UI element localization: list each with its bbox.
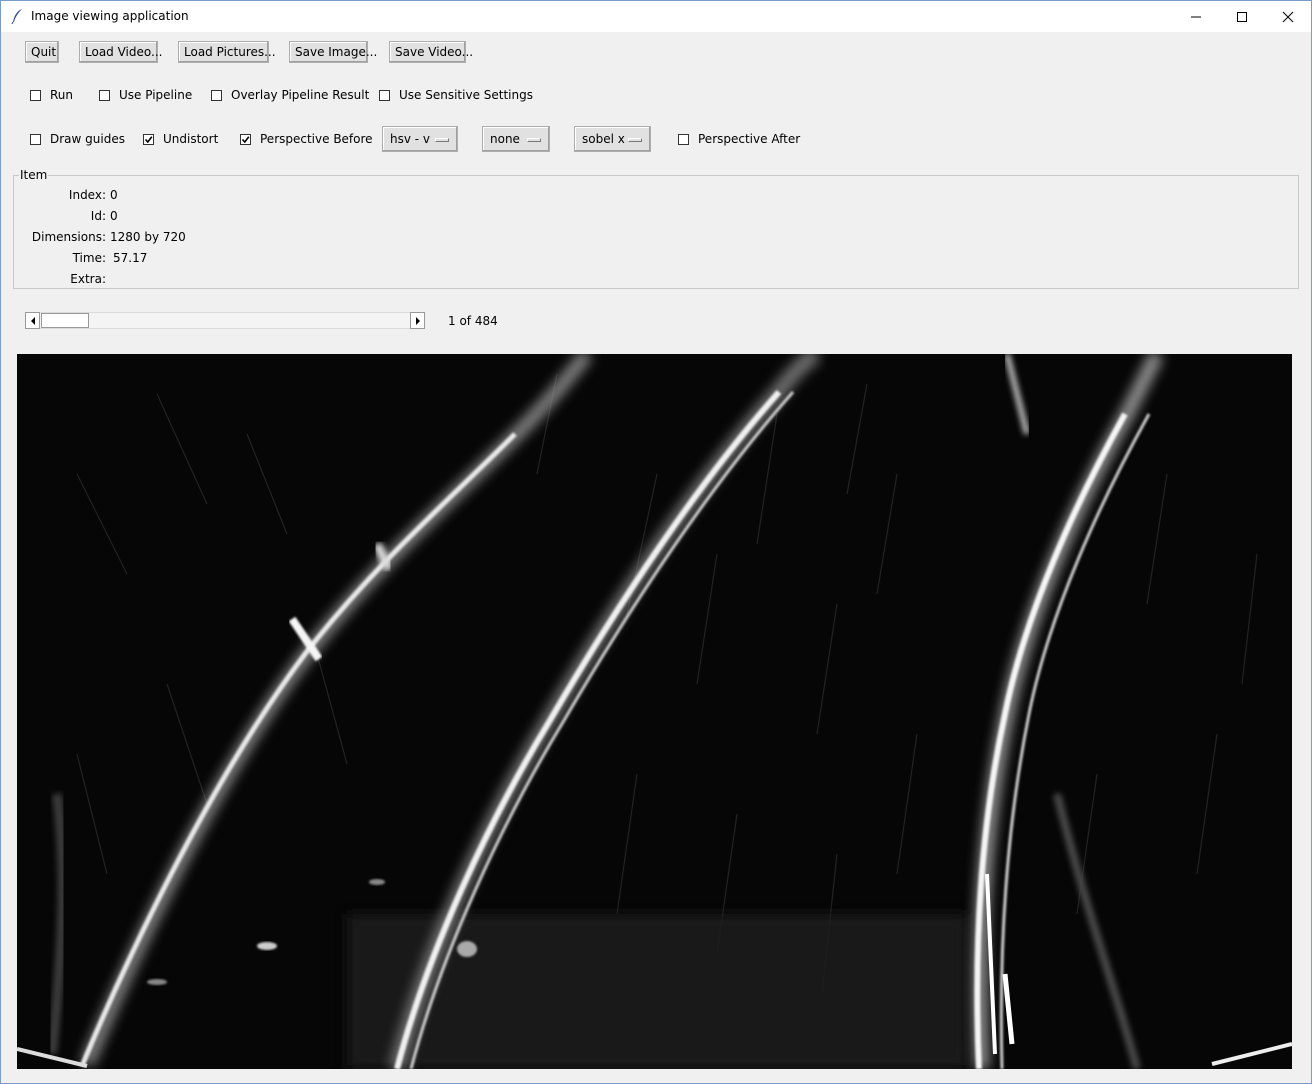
scroll-thumb[interactable]	[41, 313, 89, 328]
use-pipeline-label: Use Pipeline	[119, 88, 193, 102]
run-checkbox[interactable]: Run	[30, 88, 73, 102]
checkbox-box[interactable]	[99, 89, 110, 101]
index-label: Index:	[68, 188, 106, 202]
index-value: 0	[110, 188, 118, 202]
edge-value: sobel x	[582, 132, 625, 146]
perspective-after-label: Perspective After	[698, 132, 801, 146]
maximize-icon	[1237, 11, 1247, 22]
draw-guides-checkbox[interactable]: Draw guides	[30, 132, 125, 146]
close-button[interactable]	[1265, 1, 1311, 32]
arrow-left-icon	[30, 316, 35, 325]
save-video-button[interactable]: Save Video...	[389, 41, 473, 63]
close-icon	[1282, 11, 1294, 22]
image-canvas[interactable]	[17, 354, 1292, 1069]
title-bar: Image viewing application	[1, 1, 1311, 32]
checkbox-box[interactable]	[678, 133, 689, 145]
undistort-checkbox[interactable]: Undistort	[143, 132, 218, 146]
minimize-button[interactable]	[1173, 1, 1219, 32]
dropdown-indicator-icon	[435, 138, 449, 142]
scroll-left-button[interactable]	[25, 312, 40, 329]
dimensions-label: Dimensions:	[31, 230, 106, 244]
checkbox-box[interactable]	[240, 133, 251, 145]
item-group-label: Item	[19, 168, 49, 182]
edge-dropdown[interactable]: sobel x	[574, 126, 651, 152]
extra-label: Extra:	[70, 272, 106, 286]
maximize-button[interactable]	[1219, 1, 1265, 32]
dimensions-value: 1280 by 720	[110, 230, 186, 244]
check-icon	[241, 135, 250, 143]
save-image-button[interactable]: Save Image...	[289, 41, 377, 63]
checkbox-box[interactable]	[30, 89, 41, 101]
overlay-pipeline-label: Overlay Pipeline Result	[231, 88, 370, 102]
colorspace-value: hsv - v	[390, 132, 431, 146]
draw-guides-label: Draw guides	[50, 132, 125, 146]
app-window: Image viewing application Quit Load Vide…	[0, 0, 1312, 1084]
checkbox-box[interactable]	[143, 133, 154, 145]
sensitive-settings-checkbox[interactable]: Use Sensitive Settings	[379, 88, 533, 102]
filter-value: none	[490, 132, 520, 146]
use-pipeline-checkbox[interactable]: Use Pipeline	[99, 88, 192, 102]
undistort-label: Undistort	[163, 132, 219, 146]
time-label: Time:	[72, 251, 106, 265]
dropdown-indicator-icon	[527, 138, 541, 142]
colorspace-dropdown[interactable]: hsv - v	[382, 126, 458, 152]
load-video-button[interactable]: Load Video...	[79, 41, 162, 63]
item-group: Index: 0 Id: 0 Dimensions: 1280 by 720 T…	[13, 175, 1299, 289]
id-value: 0	[110, 209, 118, 223]
perspective-before-label: Perspective Before	[260, 132, 373, 146]
load-pictures-button[interactable]: Load Pictures...	[178, 41, 276, 63]
scroll-right-button[interactable]	[410, 312, 425, 329]
frame-position-text: 1 of 484	[448, 314, 498, 328]
filter-dropdown[interactable]: none	[482, 126, 550, 152]
id-label: Id:	[90, 209, 106, 223]
feather-icon	[11, 9, 22, 24]
lane-edge-image	[17, 354, 1292, 1069]
window-title: Image viewing application	[31, 9, 189, 23]
frame-scrollbar[interactable]	[25, 312, 425, 329]
overlay-pipeline-checkbox[interactable]: Overlay Pipeline Result	[211, 88, 369, 102]
time-value: 57.17	[113, 251, 148, 265]
quit-button[interactable]: Quit	[25, 41, 59, 63]
perspective-before-checkbox[interactable]: Perspective Before	[240, 132, 373, 146]
dropdown-indicator-icon	[628, 138, 642, 142]
check-icon	[144, 135, 153, 143]
sensitive-settings-label: Use Sensitive Settings	[399, 88, 533, 102]
checkbox-box[interactable]	[211, 89, 222, 101]
arrow-right-icon	[415, 316, 420, 325]
checkbox-box[interactable]	[379, 89, 390, 101]
checkbox-box[interactable]	[30, 133, 41, 145]
perspective-after-checkbox[interactable]: Perspective After	[678, 132, 800, 146]
minimize-icon	[1191, 16, 1201, 17]
run-label: Run	[50, 88, 74, 102]
